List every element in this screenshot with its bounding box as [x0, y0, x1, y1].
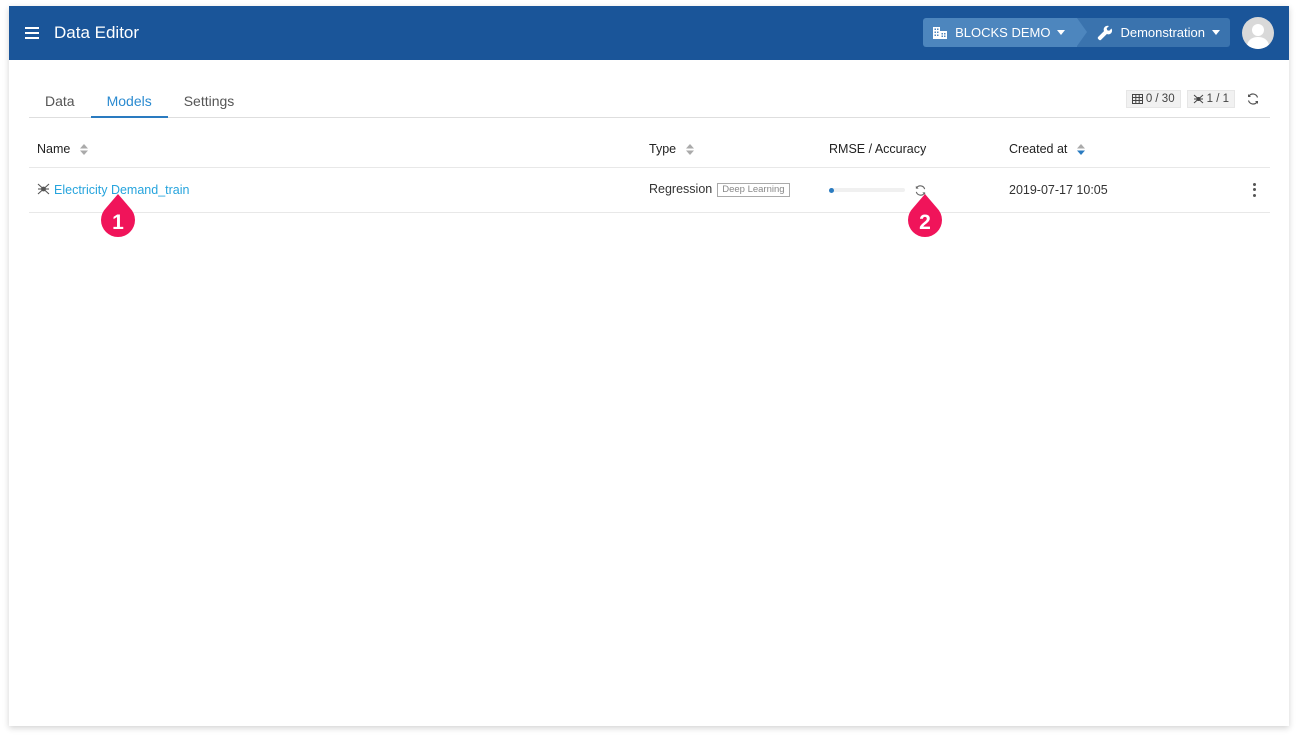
breadcrumb: BLOCKS DEMO Demonstration [923, 18, 1230, 47]
table-header-row: Name Type RMSE / Accuracy Created at [29, 132, 1270, 168]
app-title: Data Editor [54, 23, 140, 42]
model-count: 1 / 1 [1206, 93, 1229, 105]
tab-settings[interactable]: Settings [168, 85, 251, 117]
top-bar: Data Editor BLOCKS DEMO Demonstration [9, 6, 1289, 60]
column-header-actions [1229, 132, 1270, 168]
tab-data[interactable]: Data [29, 85, 91, 117]
column-header-name[interactable]: Name [29, 132, 649, 168]
usage-counters: 0 / 30 1 / 1 [1125, 90, 1260, 108]
table-icon [1131, 94, 1143, 104]
organization-selector[interactable]: BLOCKS DEMO [923, 18, 1088, 47]
network-icon [37, 183, 50, 194]
dataset-count: 0 / 30 [1145, 93, 1175, 105]
refresh-icon[interactable] [1246, 92, 1260, 106]
model-type: Regression [649, 182, 713, 196]
tab-models[interactable]: Models [90, 85, 168, 118]
wrench-icon [1098, 25, 1113, 40]
network-icon [1193, 94, 1203, 104]
tab-bar: Data Models Settings [29, 85, 1270, 118]
building-icon [933, 26, 948, 39]
project-name: Demonstration [1120, 25, 1205, 40]
column-header-rmse-accuracy: RMSE / Accuracy [829, 132, 1009, 168]
column-header-created-at[interactable]: Created at [1009, 132, 1229, 168]
models-table: Name Type RMSE / Accuracy Created at Ele… [29, 132, 1270, 213]
deep-learning-badge: Deep Learning [717, 183, 790, 197]
created-at-cell: 2019-07-17 10:05 [1009, 167, 1229, 213]
model-type-cell: Regression Deep Learning [649, 167, 829, 213]
chevron-down-icon [1057, 30, 1066, 35]
table-row: Electricity Demand_train Regression Deep … [29, 167, 1270, 213]
sort-desc-icon[interactable] [1076, 144, 1085, 156]
chevron-down-icon [1212, 30, 1220, 35]
organization-name: BLOCKS DEMO [955, 25, 1051, 40]
training-progress-bar [829, 187, 905, 193]
hamburger-icon[interactable] [25, 23, 45, 43]
more-options-icon[interactable] [1252, 182, 1256, 197]
project-selector[interactable]: Demonstration [1077, 18, 1230, 47]
sort-icon[interactable] [79, 144, 88, 156]
user-avatar-icon[interactable] [1242, 17, 1274, 49]
model-count-badge: 1 / 1 [1186, 90, 1235, 108]
row-actions-cell [1229, 167, 1270, 213]
dataset-count-badge: 0 / 30 [1125, 90, 1181, 108]
annotation-marker-2: 2 [901, 194, 949, 250]
annotation-marker-1: 1 [94, 194, 142, 250]
app-window: Data Editor BLOCKS DEMO Demonstration Da… [9, 6, 1289, 726]
sort-icon[interactable] [685, 144, 694, 156]
column-header-type[interactable]: Type [649, 132, 829, 168]
training-progress-fill [829, 187, 834, 193]
